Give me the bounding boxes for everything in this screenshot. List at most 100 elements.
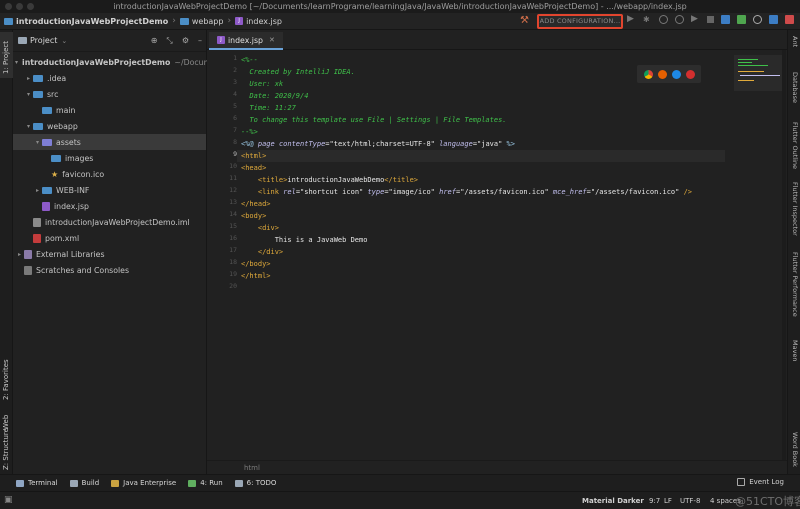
code-line[interactable]: <body>: [241, 210, 266, 222]
expanded-arrow-icon[interactable]: ▾: [15, 59, 18, 66]
code-line[interactable]: This is a JavaWeb Demo: [241, 234, 368, 246]
coverage-icon[interactable]: [659, 15, 668, 24]
right-tool-label[interactable]: Flutter Inspector: [791, 182, 799, 236]
favorites-tool-label[interactable]: 2: Favorites: [2, 359, 10, 400]
right-tool-label[interactable]: Database: [791, 72, 799, 103]
bottom-tool-button[interactable]: 6: TODO: [234, 479, 276, 487]
firefox-icon[interactable]: [657, 69, 667, 79]
profile-icon[interactable]: [675, 15, 684, 24]
right-tool-label[interactable]: Flutter Performance: [791, 252, 799, 317]
window-controls[interactable]: [5, 3, 34, 10]
theme-indicator[interactable]: Material Darker: [582, 497, 644, 505]
breadcrumb-webapp[interactable]: webapp: [192, 17, 224, 26]
debug-icon[interactable]: ✱: [643, 15, 652, 24]
caret-position[interactable]: 9:7: [649, 497, 660, 505]
right-tool-label[interactable]: Flutter Outline: [791, 122, 799, 169]
vcs-commit-icon[interactable]: [737, 15, 746, 24]
tree-item[interactable]: ▾ webapp: [13, 118, 206, 134]
breadcrumb-file[interactable]: index.jsp: [246, 17, 282, 26]
collapse-all-icon[interactable]: ⤡: [166, 36, 172, 46]
bottom-tool-button[interactable]: Terminal: [16, 479, 58, 487]
settings-icon[interactable]: [785, 15, 794, 24]
close-tab-icon[interactable]: ✕: [269, 36, 275, 44]
translate-icon[interactable]: [769, 15, 778, 24]
collapsed-arrow-icon[interactable]: ▸: [33, 187, 42, 194]
line-separator[interactable]: LF: [664, 497, 672, 505]
add-configuration-button[interactable]: ADD CONFIGURATION...: [537, 14, 623, 29]
breadcrumb-project[interactable]: introductionJavaWebProjectDemo: [16, 17, 168, 26]
build-hammer-icon[interactable]: ⚒: [520, 16, 529, 26]
code-line[interactable]: </body>: [241, 258, 271, 270]
safari-icon[interactable]: [671, 69, 681, 79]
chrome-icon[interactable]: [643, 69, 653, 79]
project-tree[interactable]: ▾ introductionJavaWebProjectDemo ~/Docum ▸.…: [13, 54, 211, 278]
zoom-window-button[interactable]: [27, 3, 34, 10]
structure-tool-label[interactable]: Z: Structure: [2, 428, 10, 470]
tree-item[interactable]: introductionJavaWebProjectDemo.iml: [13, 214, 206, 230]
code-line[interactable]: <link rel="shortcut icon" type="image/ic…: [241, 186, 692, 198]
tree-item[interactable]: index.jsp: [13, 198, 206, 214]
event-log-button[interactable]: Event Log: [737, 478, 784, 486]
minimize-window-button[interactable]: [16, 3, 23, 10]
tree-item[interactable]: ▸ .idea: [13, 70, 206, 86]
tree-item[interactable]: ▾ assets: [13, 134, 206, 150]
code-line[interactable]: User: xk: [241, 78, 283, 90]
search-everywhere-icon[interactable]: [753, 15, 762, 24]
code-line[interactable]: </head>: [241, 198, 271, 210]
code-line[interactable]: </html>: [241, 270, 271, 282]
code-line[interactable]: Created by IntelliJ IDEA.: [241, 66, 354, 78]
tool-windows-toggle-icon[interactable]: ▣: [4, 495, 13, 505]
editor-breadcrumb[interactable]: html: [207, 460, 787, 474]
code-line[interactable]: --%>: [241, 126, 258, 138]
tree-item[interactable]: ▸ WEB-INF: [13, 182, 206, 198]
right-tool-label[interactable]: Ant: [791, 36, 799, 47]
tree-item[interactable]: Scratches and Consoles: [13, 262, 206, 278]
bottom-tool-button[interactable]: 4: Run: [188, 479, 223, 487]
collapsed-arrow-icon[interactable]: ▸: [24, 75, 33, 82]
code-line[interactable]: <html>: [241, 150, 266, 162]
vcs-update-icon[interactable]: [721, 15, 730, 24]
tree-item[interactable]: pom.xml: [13, 230, 206, 246]
opera-icon[interactable]: [685, 69, 695, 79]
chevron-down-icon[interactable]: ⌄: [61, 37, 67, 45]
code-line[interactable]: <%--: [241, 54, 258, 66]
tree-item[interactable]: ▸ External Libraries: [13, 246, 206, 262]
stop-icon[interactable]: [707, 16, 714, 23]
tree-item[interactable]: ★ favicon.ico: [13, 166, 206, 182]
expanded-arrow-icon[interactable]: ▾: [24, 123, 33, 130]
hide-icon[interactable]: –: [198, 36, 202, 46]
code-line[interactable]: <%@ page contentType="text/html;charset=…: [241, 138, 515, 150]
editor-vertical-scrollbar[interactable]: [782, 50, 786, 460]
project-tool-label[interactable]: 1: Project: [2, 41, 10, 74]
code-line[interactable]: <div>: [241, 222, 279, 234]
expanded-arrow-icon[interactable]: ▾: [24, 91, 33, 98]
bottom-tool-button[interactable]: Java Enterprise: [111, 479, 176, 487]
collapsed-arrow-icon[interactable]: ▸: [15, 251, 24, 258]
code-line[interactable]: <title>introductionJavaWebDemo</title>: [241, 174, 418, 186]
tree-item-label: introductionJavaWebProjectDemo: [22, 57, 171, 67]
gear-icon[interactable]: ⚙: [182, 36, 189, 46]
file-encoding[interactable]: UTF-8: [680, 497, 700, 505]
run-icon[interactable]: ▶: [627, 15, 636, 24]
attach-icon[interactable]: ▶: [691, 15, 700, 24]
bottom-tool-button[interactable]: Build: [69, 479, 99, 487]
tree-item[interactable]: images: [13, 150, 206, 166]
code-line[interactable]: </div>: [241, 246, 283, 258]
close-window-button[interactable]: [5, 3, 12, 10]
right-tool-label[interactable]: Word Book: [791, 432, 799, 467]
project-panel-title[interactable]: Project: [30, 36, 57, 45]
tree-item[interactable]: ▾ introductionJavaWebProjectDemo ~/Docum: [13, 54, 211, 70]
locate-icon[interactable]: ⊕: [151, 36, 158, 46]
code-line[interactable]: Time: 11:27: [241, 102, 295, 114]
code-minimap[interactable]: [734, 55, 784, 91]
code-line[interactable]: Date: 2020/9/4: [241, 90, 308, 102]
expanded-arrow-icon[interactable]: ▾: [33, 139, 42, 146]
code-line[interactable]: <head>: [241, 162, 266, 174]
code-editor[interactable]: 1 2 3 4 5 6 7 8 9 10 11 12 13 14 15 16 17 18 19 20 <%-- Cre…: [207, 50, 787, 460]
tree-item[interactable]: ▾ src: [13, 86, 206, 102]
tree-item[interactable]: main: [13, 102, 206, 118]
right-tool-label[interactable]: Maven: [791, 340, 799, 362]
tab-index-jsp[interactable]: J index.jsp ✕: [209, 32, 283, 50]
code-line[interactable]: To change this template use File | Setti…: [241, 114, 506, 126]
tree-item-label: images: [65, 153, 94, 163]
